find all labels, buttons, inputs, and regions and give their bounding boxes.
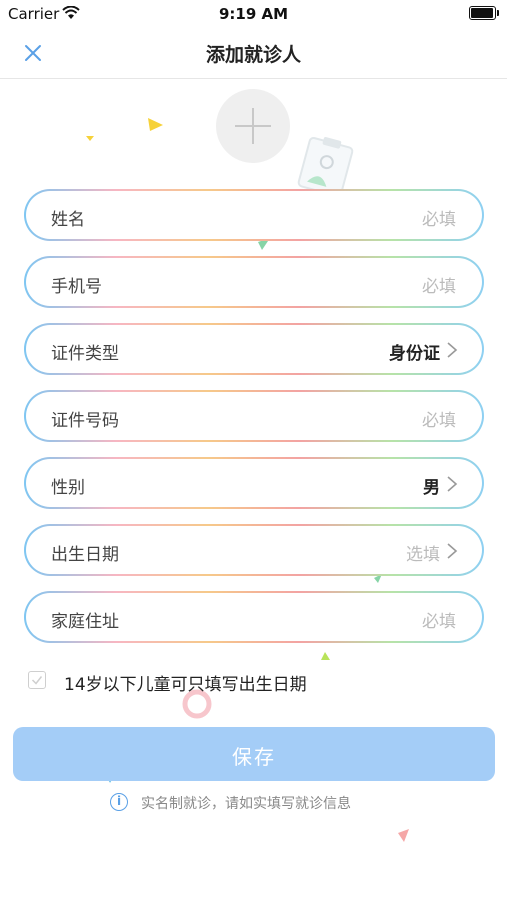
child-checkbox[interactable] (28, 671, 46, 689)
gender-value: 男 (423, 478, 440, 498)
notice-text: 实名制就诊，请如实填写就诊信息 (141, 796, 351, 812)
birthdate-field[interactable]: 出生日期 选填 (24, 524, 484, 576)
address-field[interactable]: 家庭住址 必填 (24, 591, 484, 643)
child-option-label[interactable]: 14岁以下儿童可只填写出生日期 (64, 670, 307, 695)
id-number-field[interactable]: 证件号码 必填 (24, 390, 484, 442)
chevron-right-icon (447, 543, 458, 559)
gender-field[interactable]: 性别 男 (24, 457, 484, 509)
birthdate-label: 出生日期 (51, 545, 119, 565)
phone-label: 手机号 (51, 277, 102, 297)
chevron-right-icon (447, 342, 458, 358)
gender-label: 性别 (51, 478, 85, 498)
plus-icon (235, 108, 271, 144)
battery-icon (469, 6, 499, 20)
page-title: 添加就诊人 (205, 44, 301, 66)
check-icon (31, 676, 43, 685)
save-button-label: 保存 (232, 745, 276, 769)
name-label: 姓名 (51, 210, 85, 230)
status-time: 9:19 AM (218, 5, 289, 23)
id-number-label: 证件号码 (51, 411, 119, 431)
add-avatar-button[interactable] (216, 89, 290, 163)
id-type-label: 证件类型 (51, 344, 119, 364)
address-input[interactable]: 必填 (422, 607, 456, 632)
nav-bar: 添加就诊人 (0, 28, 507, 79)
address-label: 家庭住址 (51, 612, 119, 632)
birthdate-value: 选填 (406, 545, 440, 565)
name-input[interactable]: 必填 (422, 205, 456, 230)
id-type-field[interactable]: 证件类型 身份证 (24, 323, 484, 375)
id-number-input[interactable]: 必填 (422, 406, 456, 431)
phone-input[interactable]: 必填 (422, 272, 456, 297)
save-button[interactable]: 保存 (13, 727, 495, 781)
id-type-value: 身份证 (389, 344, 440, 364)
chevron-right-icon (447, 476, 458, 492)
name-field[interactable]: 姓名 必填 (24, 189, 484, 241)
phone-field[interactable]: 手机号 必填 (24, 256, 484, 308)
info-icon: i (110, 793, 128, 811)
status-bar: Carrier 9:19 AM (0, 0, 507, 28)
